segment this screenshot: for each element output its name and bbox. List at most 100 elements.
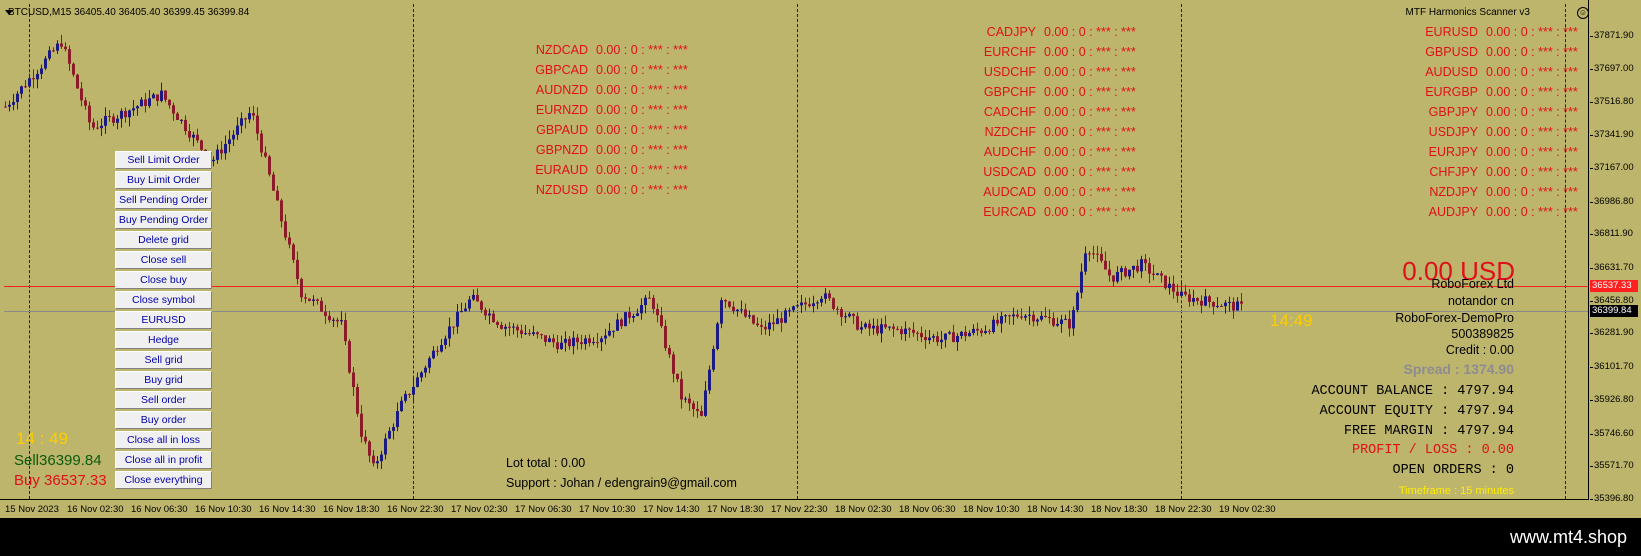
candle-body bbox=[612, 330, 615, 332]
candle-body bbox=[148, 98, 151, 106]
candle-body bbox=[356, 387, 359, 414]
candle-body bbox=[232, 134, 235, 140]
candle-body bbox=[1212, 301, 1215, 307]
candle-body bbox=[228, 139, 231, 145]
candle-body bbox=[236, 125, 239, 135]
time-tick-label: 17 Nov 14:30 bbox=[643, 504, 700, 515]
candle-body bbox=[900, 329, 903, 335]
menu-button-sell-pending-order[interactable]: Sell Pending Order bbox=[115, 191, 212, 209]
candle-body bbox=[948, 332, 951, 334]
menu-button-sell-grid[interactable]: Sell grid bbox=[115, 351, 212, 369]
menu-button-close-sell[interactable]: Close sell bbox=[115, 251, 212, 269]
menu-button-close-symbol[interactable]: Close symbol bbox=[115, 291, 212, 309]
menu-button-close-buy[interactable]: Close buy bbox=[115, 271, 212, 289]
candle-body bbox=[1184, 291, 1187, 295]
candle-body bbox=[444, 338, 447, 345]
candle-body bbox=[80, 88, 83, 101]
candle-body bbox=[844, 316, 847, 318]
scanner-symbol: GBPAUD bbox=[536, 123, 588, 137]
scanner-value: 0.00 : 0 : *** : *** bbox=[596, 83, 688, 97]
candle-body bbox=[940, 339, 943, 343]
price-chart[interactable]: BTCUSD,M15 36405.40 36405.40 36399.45 36… bbox=[0, 0, 1641, 518]
candle-body bbox=[316, 299, 319, 301]
candle-body bbox=[1108, 269, 1111, 276]
candle-body bbox=[1140, 259, 1143, 272]
menu-button-buy-grid[interactable]: Buy grid bbox=[115, 371, 212, 389]
menu-button-buy-order[interactable]: Buy order bbox=[115, 411, 212, 429]
menu-button-buy-pending-order[interactable]: Buy Pending Order bbox=[115, 211, 212, 229]
candle-body bbox=[732, 306, 735, 312]
candle-body bbox=[1204, 296, 1207, 306]
menu-button-buy-limit-order[interactable]: Buy Limit Order bbox=[115, 171, 212, 189]
candle-body bbox=[1088, 253, 1091, 255]
candle-body bbox=[928, 337, 931, 341]
scanner-symbol: NZDCAD bbox=[535, 43, 588, 57]
candle-body bbox=[376, 461, 379, 464]
scanner-value: 0.00 : 0 : *** : *** bbox=[1044, 65, 1136, 79]
candle-body bbox=[380, 454, 383, 462]
price-tick-mark bbox=[1590, 399, 1593, 401]
menu-button-close-all-in-profit[interactable]: Close all in profit bbox=[115, 451, 212, 469]
menu-button-sell-limit-order[interactable]: Sell Limit Order bbox=[115, 151, 212, 169]
price-tick-label: 36986.80 bbox=[1594, 195, 1634, 207]
scanner-value: 0.00 : 0 : *** : *** bbox=[1044, 105, 1136, 119]
candle-body bbox=[448, 326, 451, 339]
candle-body bbox=[628, 312, 631, 318]
candle-body bbox=[824, 293, 827, 299]
scanner-value: 0.00 : 0 : *** : *** bbox=[1486, 165, 1578, 179]
ask-price-box: 36537.33 bbox=[1590, 279, 1638, 292]
candle-body bbox=[1172, 283, 1175, 292]
candle-body bbox=[584, 338, 587, 345]
candle-body bbox=[884, 324, 887, 328]
price-tick-label: 36101.70 bbox=[1594, 361, 1634, 373]
candle-body bbox=[1240, 301, 1243, 304]
candle-body bbox=[492, 313, 495, 323]
price-axis[interactable]: 37871.90 37697.00 37516.80 37341.90 37167.00… bbox=[1590, 0, 1641, 504]
candle-body bbox=[716, 323, 719, 349]
candle-body bbox=[560, 342, 563, 350]
menu-button-close-everything[interactable]: Close everything bbox=[115, 471, 212, 489]
menu-button-delete-grid[interactable]: Delete grid bbox=[115, 231, 212, 249]
scanner-value: 0.00 : 0 : *** : *** bbox=[1044, 205, 1136, 219]
menu-button-hedge[interactable]: Hedge bbox=[115, 331, 212, 349]
candle-body bbox=[808, 304, 811, 307]
scanner-symbol: EURAUD bbox=[535, 163, 588, 177]
price-tick-mark bbox=[1590, 499, 1593, 500]
candle-body bbox=[276, 190, 279, 201]
candle-body bbox=[768, 322, 771, 330]
price-tick-label: 35926.80 bbox=[1594, 393, 1634, 405]
price-tick-label: 37341.90 bbox=[1594, 129, 1634, 141]
candle-body bbox=[1180, 291, 1183, 296]
candle-body bbox=[1164, 275, 1167, 289]
chart-plot-area[interactable]: BTCUSD,M15 36405.40 36405.40 36399.45 36… bbox=[0, 0, 1589, 500]
candle-body bbox=[600, 338, 603, 343]
time-tick-label: 18 Nov 18:30 bbox=[1091, 504, 1148, 515]
candle-body bbox=[168, 99, 171, 106]
buy-price-label: Buy 36537.33 bbox=[14, 472, 107, 489]
menu-button-sell-order[interactable]: Sell order bbox=[115, 391, 212, 409]
time-tick-label: 18 Nov 06:30 bbox=[899, 504, 956, 515]
time-tick-label: 16 Nov 06:30 bbox=[131, 504, 188, 515]
candle-body bbox=[620, 319, 623, 327]
candle-body bbox=[280, 200, 283, 222]
candle-body bbox=[908, 328, 911, 330]
scanner-row: USDCAD 0.00 : 0 : *** : *** bbox=[976, 162, 1136, 182]
candle-body bbox=[856, 316, 859, 330]
candle-body bbox=[936, 336, 939, 343]
scanner-value: 0.00 : 0 : *** : *** bbox=[1044, 145, 1136, 159]
candle-body bbox=[840, 309, 843, 317]
scanner-row: NZDCHF 0.00 : 0 : *** : *** bbox=[976, 122, 1136, 142]
account-equity: ACCOUNT EQUITY : 4797.94 bbox=[1319, 404, 1514, 419]
time-tick-label: 17 Nov 06:30 bbox=[515, 504, 572, 515]
menu-button-close-all-in-loss[interactable]: Close all in loss bbox=[115, 431, 212, 449]
credit-value: Credit : 0.00 bbox=[1445, 343, 1514, 357]
candle-body bbox=[440, 344, 443, 352]
scanner-row: EURGBP 0.00 : 0 : *** : *** bbox=[1418, 82, 1578, 102]
candle-body bbox=[812, 303, 815, 307]
menu-button-eurusd[interactable]: EURUSD bbox=[115, 311, 212, 329]
candle-body bbox=[536, 332, 539, 335]
candle-body bbox=[260, 133, 263, 153]
candle-body bbox=[1064, 318, 1067, 320]
candle-body bbox=[152, 94, 155, 99]
scanner-value: 0.00 : 0 : *** : *** bbox=[1486, 105, 1578, 119]
